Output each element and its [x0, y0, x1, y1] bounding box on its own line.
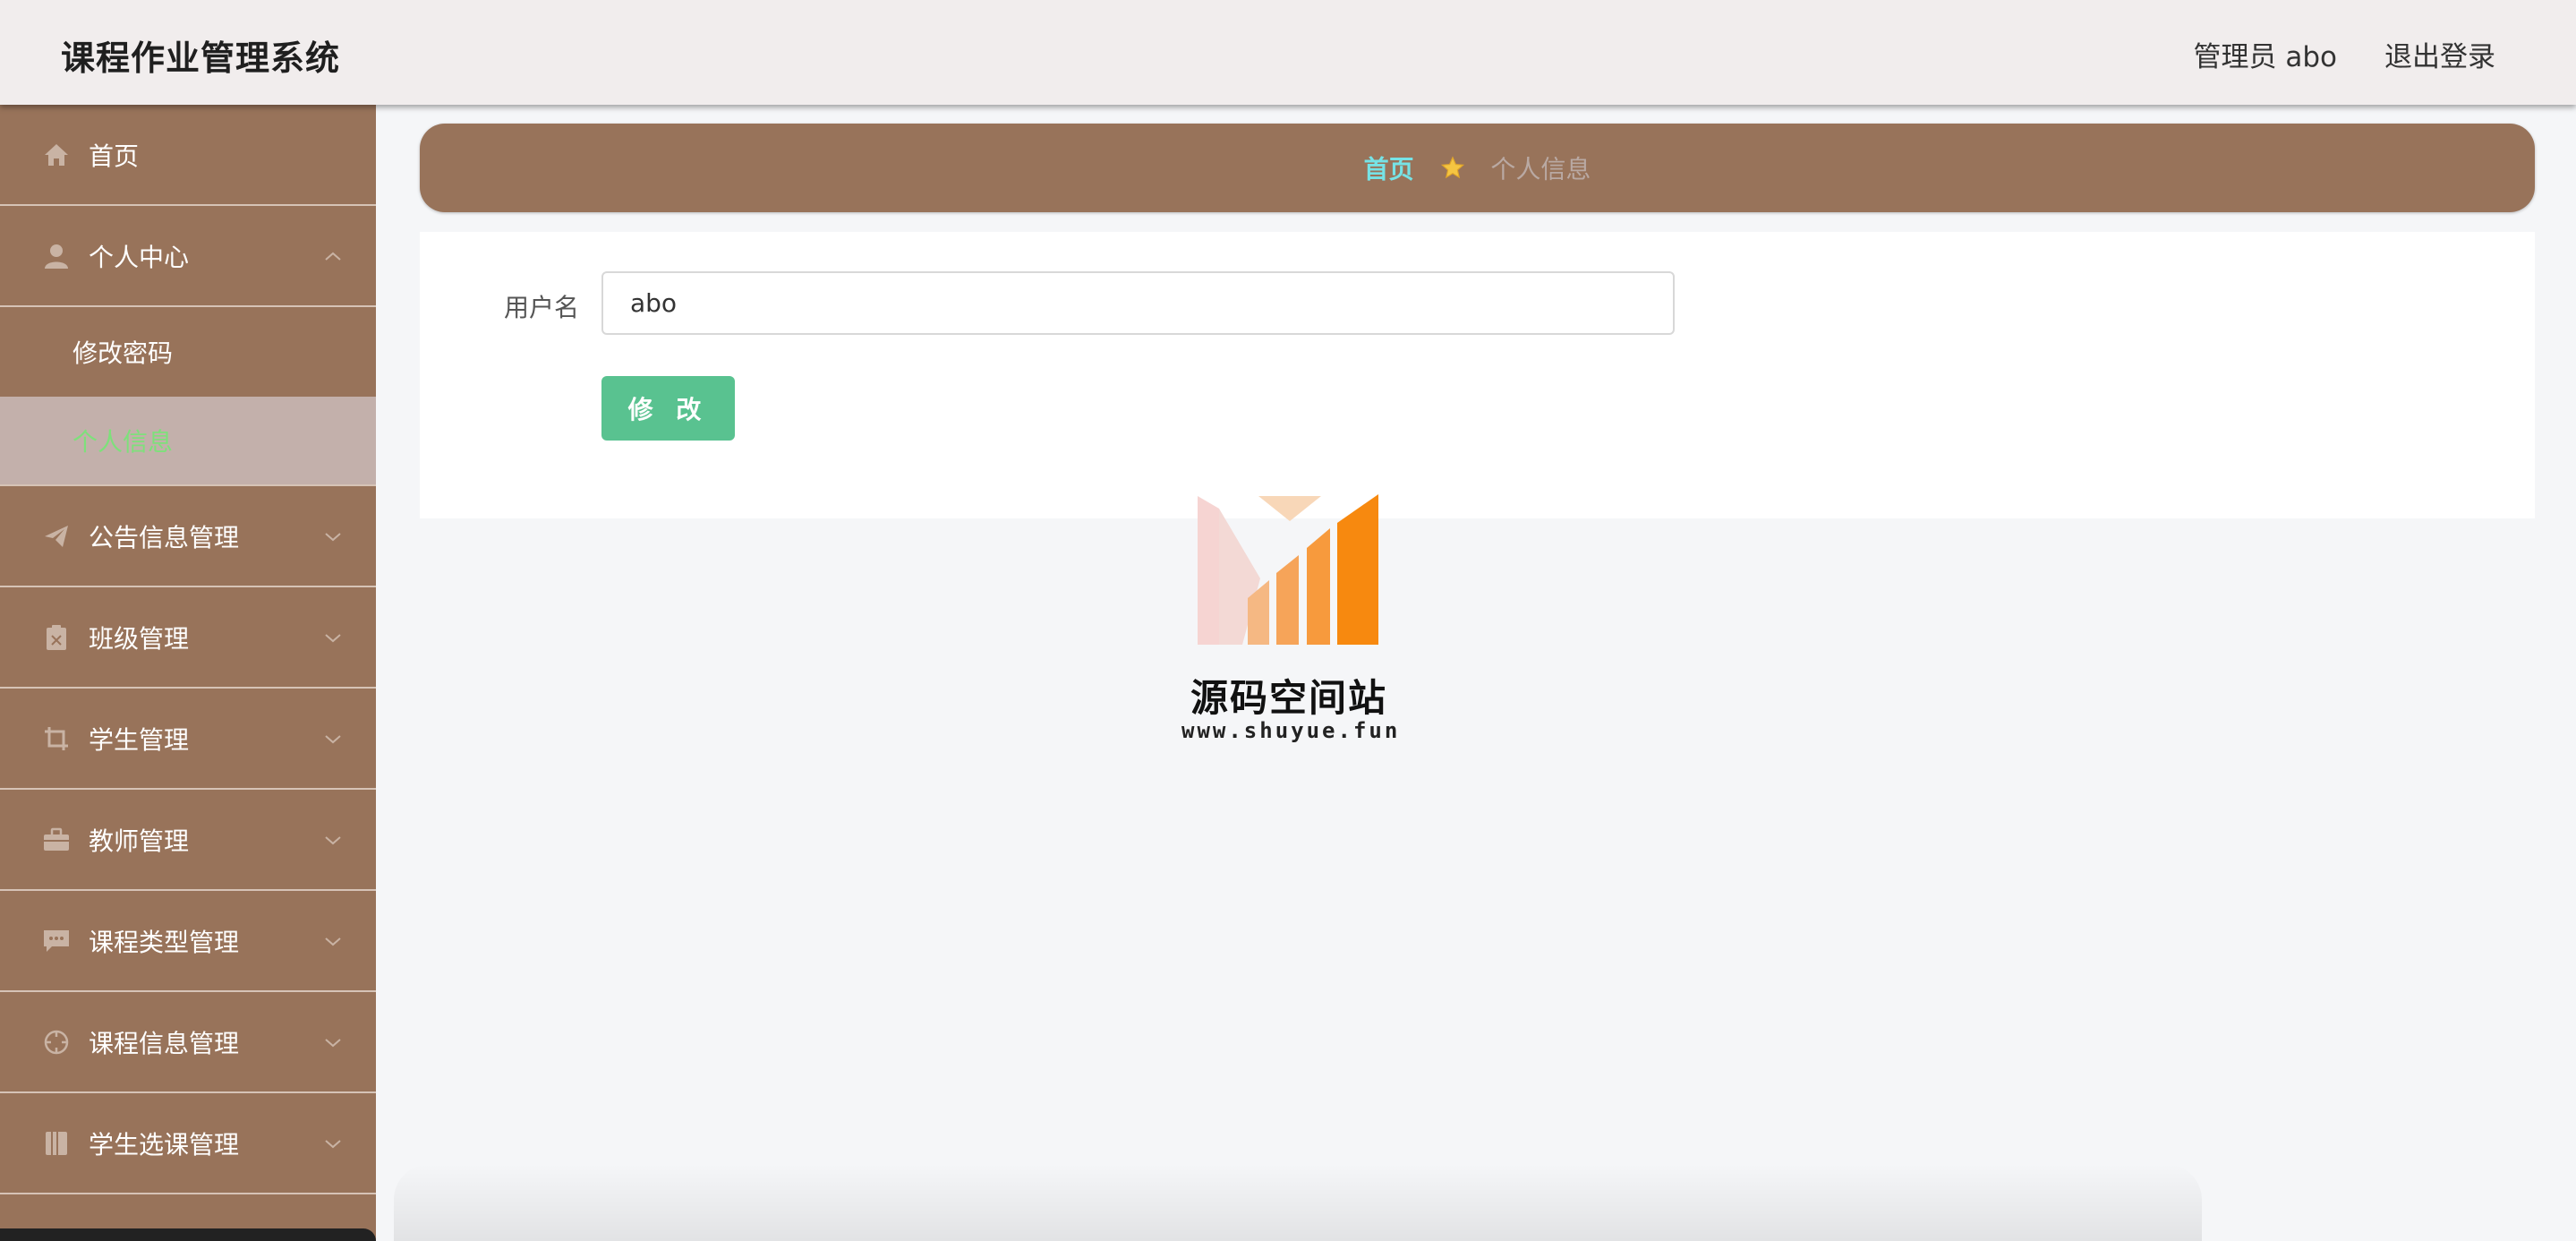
star-icon — [1440, 155, 1465, 186]
sidebar-item-label: 教师管理 — [89, 826, 190, 856]
sidebar-item-label: 个人中心 — [89, 242, 190, 272]
breadcrumb-trail: 首页 个人信息 — [420, 150, 2535, 186]
current-user-label: 管理员 abo — [2193, 41, 2338, 73]
chevron-down-icon — [325, 532, 341, 541]
compass-icon — [41, 1027, 72, 1057]
watermark-url: www.shuyue.fun — [1181, 718, 1401, 743]
watermark: 源码空间站 www.shuyue.fun — [1181, 492, 1401, 752]
top-bar: 课程作业管理系统 管理员 abo 退出登录 — [0, 0, 2576, 105]
user-icon — [41, 241, 72, 271]
chevron-down-icon — [325, 1038, 341, 1047]
home-icon — [41, 140, 72, 170]
book-icon — [41, 1128, 72, 1159]
sidebar-subitem-label: 个人信息 — [73, 427, 174, 457]
username-input[interactable] — [601, 271, 1675, 335]
sidebar-item-label: 课程类型管理 — [89, 927, 240, 957]
sidebar-item-label: 公告信息管理 — [89, 522, 240, 552]
paper-plane-icon — [41, 521, 72, 552]
chevron-down-icon — [325, 937, 341, 946]
bottom-shadow — [394, 1164, 2202, 1241]
username-label: 用户名 — [504, 293, 580, 322]
clipboard-icon — [41, 622, 72, 653]
sidebar-item-classes[interactable]: 班级管理 — [0, 587, 376, 689]
chevron-up-icon — [325, 252, 341, 261]
sidebar-item-announcements[interactable]: 公告信息管理 — [0, 486, 376, 587]
watermark-logo — [1198, 494, 1378, 645]
profile-form-panel: 用户名 修 改 — [420, 232, 2535, 518]
modify-button[interactable]: 修 改 — [601, 376, 735, 441]
sidebar-item-home[interactable]: 首页 — [0, 105, 376, 206]
breadcrumb-current: 个人信息 — [1490, 154, 1591, 184]
chevron-down-icon — [325, 835, 341, 844]
sidebar-bottom-edge — [0, 1228, 376, 1241]
sidebar-item-course-info[interactable]: 课程信息管理 — [0, 992, 376, 1093]
watermark-title: 源码空间站 — [1190, 676, 1387, 720]
sidebar-subitem-change-password[interactable]: 修改密码 — [0, 307, 376, 397]
crop-icon — [41, 723, 72, 754]
logout-link[interactable]: 退出登录 — [2384, 34, 2495, 74]
sidebar-item-label: 学生管理 — [89, 724, 190, 755]
sidebar-item-label: 班级管理 — [89, 623, 190, 654]
sidebar-item-teachers[interactable]: 教师管理 — [0, 790, 376, 891]
sidebar-item-students[interactable]: 学生管理 — [0, 689, 376, 790]
sidebar-subitem-label: 修改密码 — [73, 338, 174, 368]
sidebar-item-course-types[interactable]: 课程类型管理 — [0, 891, 376, 992]
sidebar-item-label: 学生选课管理 — [89, 1129, 240, 1160]
chevron-down-icon — [325, 734, 341, 743]
sidebar-item-course-selection[interactable]: 学生选课管理 — [0, 1093, 376, 1194]
chat-icon — [41, 926, 72, 956]
sidebar: 首页 个人中心 修改密码 个人信息 公告信息管理 班级管理 学生管理 教师管理 … — [0, 105, 376, 1241]
briefcase-icon — [41, 825, 72, 855]
sidebar-subitem-personal-info[interactable]: 个人信息 — [0, 397, 376, 486]
sidebar-item-label: 课程信息管理 — [89, 1028, 240, 1058]
sidebar-item-label: 首页 — [89, 141, 140, 171]
app-title: 课程作业管理系统 — [61, 39, 341, 78]
breadcrumb-home-link[interactable]: 首页 — [1364, 154, 1414, 184]
chevron-down-icon — [325, 1139, 341, 1148]
breadcrumb: 首页 个人信息 — [420, 124, 2535, 212]
sidebar-item-personal-center[interactable]: 个人中心 — [0, 206, 376, 307]
chevron-down-icon — [325, 633, 341, 642]
